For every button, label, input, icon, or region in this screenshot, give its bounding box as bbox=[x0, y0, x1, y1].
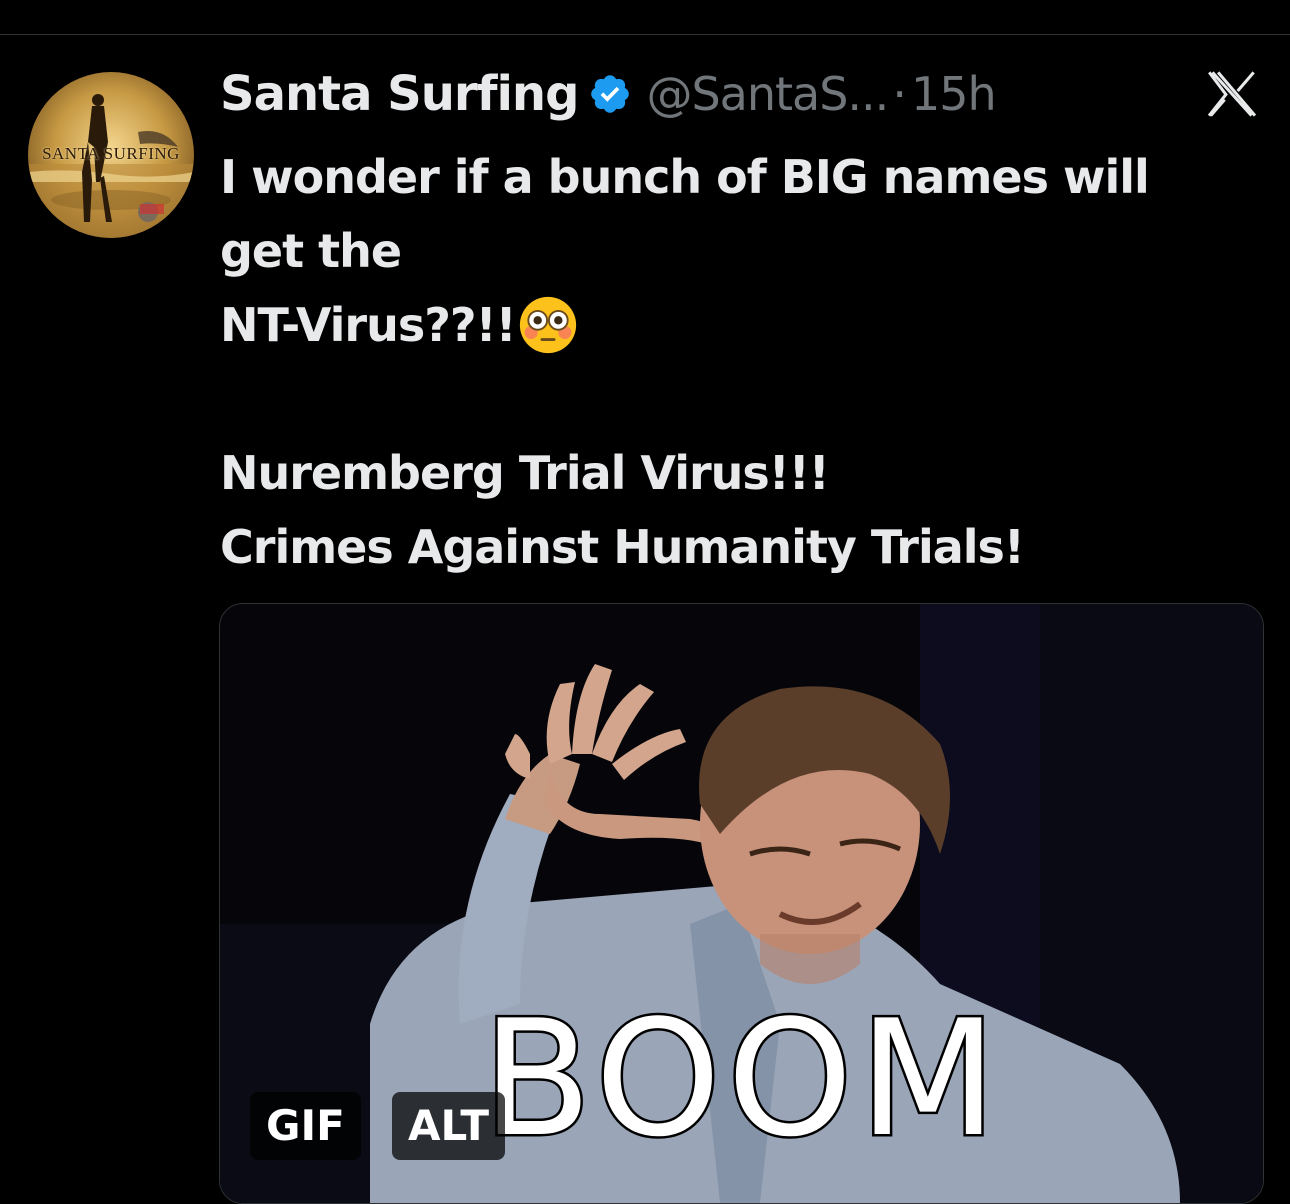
tweet-line: Crimes Against Humanity Trials! bbox=[220, 520, 1025, 574]
alt-badge[interactable]: ALT bbox=[392, 1092, 505, 1160]
verified-badge-icon bbox=[591, 75, 630, 113]
tweet-line-text: NT-Virus??!! bbox=[220, 298, 517, 352]
gif-media[interactable]: BOOM GIF ALT bbox=[219, 603, 1264, 1204]
tweet-text: I wonder if a bunch of BIG names will ge… bbox=[220, 140, 1260, 584]
tweet-line: get the bbox=[220, 224, 402, 278]
tweet-timestamp[interactable]: 15h bbox=[911, 67, 997, 121]
avatar[interactable]: SANTA SURFING bbox=[28, 72, 194, 238]
user-handle[interactable]: @SantaS... bbox=[646, 67, 889, 121]
tweet-line-with-emoji: NT-Virus??!! bbox=[220, 288, 1260, 362]
x-logo-icon[interactable] bbox=[1206, 70, 1258, 118]
gif-badge: GIF bbox=[250, 1092, 361, 1160]
display-name[interactable]: Santa Surfing bbox=[220, 66, 579, 122]
avatar-text: SANTA SURFING bbox=[42, 144, 180, 163]
header-separator: · bbox=[892, 67, 907, 121]
tweet-line: Nuremberg Trial Virus!!! bbox=[220, 446, 830, 500]
tweet-line-empty bbox=[220, 362, 1260, 436]
gif-caption: BOOM bbox=[480, 985, 1003, 1172]
top-divider bbox=[0, 34, 1290, 35]
flushed-face-emoji bbox=[519, 296, 576, 353]
tweet-line: I wonder if a bunch of BIG names will bbox=[220, 150, 1150, 204]
tweet-header: Santa Surfing @SantaS... · 15h bbox=[220, 64, 997, 124]
